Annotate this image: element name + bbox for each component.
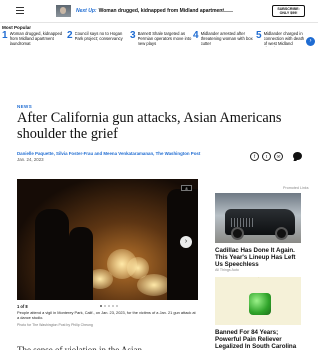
photo-credit: Photo for The Washington Post by Philip … — [17, 323, 93, 327]
article-date: Jan. 24, 2023 — [17, 157, 44, 162]
popular-item-number: 4 — [193, 30, 199, 41]
ad-source: All Things Auto — [215, 268, 239, 272]
subscribe-button[interactable]: SUBSCRIBE: ONLY $99! — [272, 5, 305, 17]
gallery-dots[interactable] — [100, 305, 118, 307]
photo-count-badge[interactable]: 8 — [181, 185, 192, 191]
twitter-share-icon[interactable]: t — [262, 152, 271, 161]
next-up-thumbnail[interactable] — [56, 5, 71, 17]
popular-item-text: Woman drugged, kidnapped from Midland ap… — [9, 31, 63, 46]
section-label[interactable]: NEWS — [17, 104, 32, 109]
next-up-text: Woman drugged, kidnapped from Midland ap… — [98, 8, 229, 14]
popular-item-text: Council says no to Hogan Park project; c… — [74, 31, 123, 41]
next-up-link[interactable]: Next Up: Woman drugged, kidnapped from Mi… — [76, 8, 228, 14]
photo-caption: People attend a vigil in Monterey Park, … — [17, 310, 196, 320]
menu-icon[interactable] — [16, 7, 24, 14]
article-photo[interactable] — [17, 179, 198, 300]
popular-item-number: 2 — [67, 30, 73, 41]
popular-item-number: 5 — [256, 30, 262, 41]
ad-title[interactable]: Cadillac Has Done It Again. This Year's … — [215, 247, 303, 268]
ad-title[interactable]: Banned For 84 Years; Powerful Pain Relie… — [215, 329, 303, 350]
share-icon[interactable] — [283, 152, 292, 161]
popular-item[interactable]: 3 Barnett Shale targeted as Permian oper… — [130, 30, 192, 47]
popular-item-text: Midlander arrested after threatening wom… — [200, 31, 253, 46]
popular-item-text: Barnett Shale targeted as Permian operat… — [137, 31, 192, 46]
popular-item[interactable]: 4 Midlander arrested after threatening w… — [193, 30, 255, 47]
email-share-icon[interactable]: ✉ — [274, 152, 283, 161]
gallery-next-arrow-icon[interactable]: › — [180, 236, 192, 248]
popular-item-number: 3 — [130, 30, 136, 41]
facebook-share-icon[interactable]: f — [250, 152, 259, 161]
popular-item[interactable]: 5 Midlander charged in connection with d… — [256, 30, 306, 48]
subscribe-line2: ONLY $99! — [279, 11, 298, 16]
comment-icon[interactable] — [293, 152, 302, 160]
promoted-label: Promoted Links — [283, 186, 309, 190]
next-up-progress — [219, 11, 233, 12]
ad-image-gummy[interactable] — [215, 277, 301, 325]
article-byline[interactable]: Danielle Paquette, Silvia Foster-Frau an… — [17, 151, 200, 156]
gallery-slide-counter: 1 of 8 — [17, 304, 28, 309]
article-headline: After California gun attacks, Asian Amer… — [17, 110, 282, 142]
next-up-label: Next Up: — [76, 8, 97, 14]
popular-item-number: 1 — [2, 30, 8, 41]
article-body-start: The sense of violation in the Asian... — [17, 345, 149, 350]
popular-item-text: Midlander charged in connection with dea… — [263, 31, 305, 47]
ad-image-car[interactable] — [215, 193, 301, 243]
popular-item[interactable]: 2 Council says no to Hogan Park project;… — [67, 30, 129, 42]
popular-item[interactable]: 1 Woman drugged, kidnapped from Midland … — [2, 30, 64, 47]
popular-next-arrow-icon[interactable]: › — [306, 37, 315, 46]
